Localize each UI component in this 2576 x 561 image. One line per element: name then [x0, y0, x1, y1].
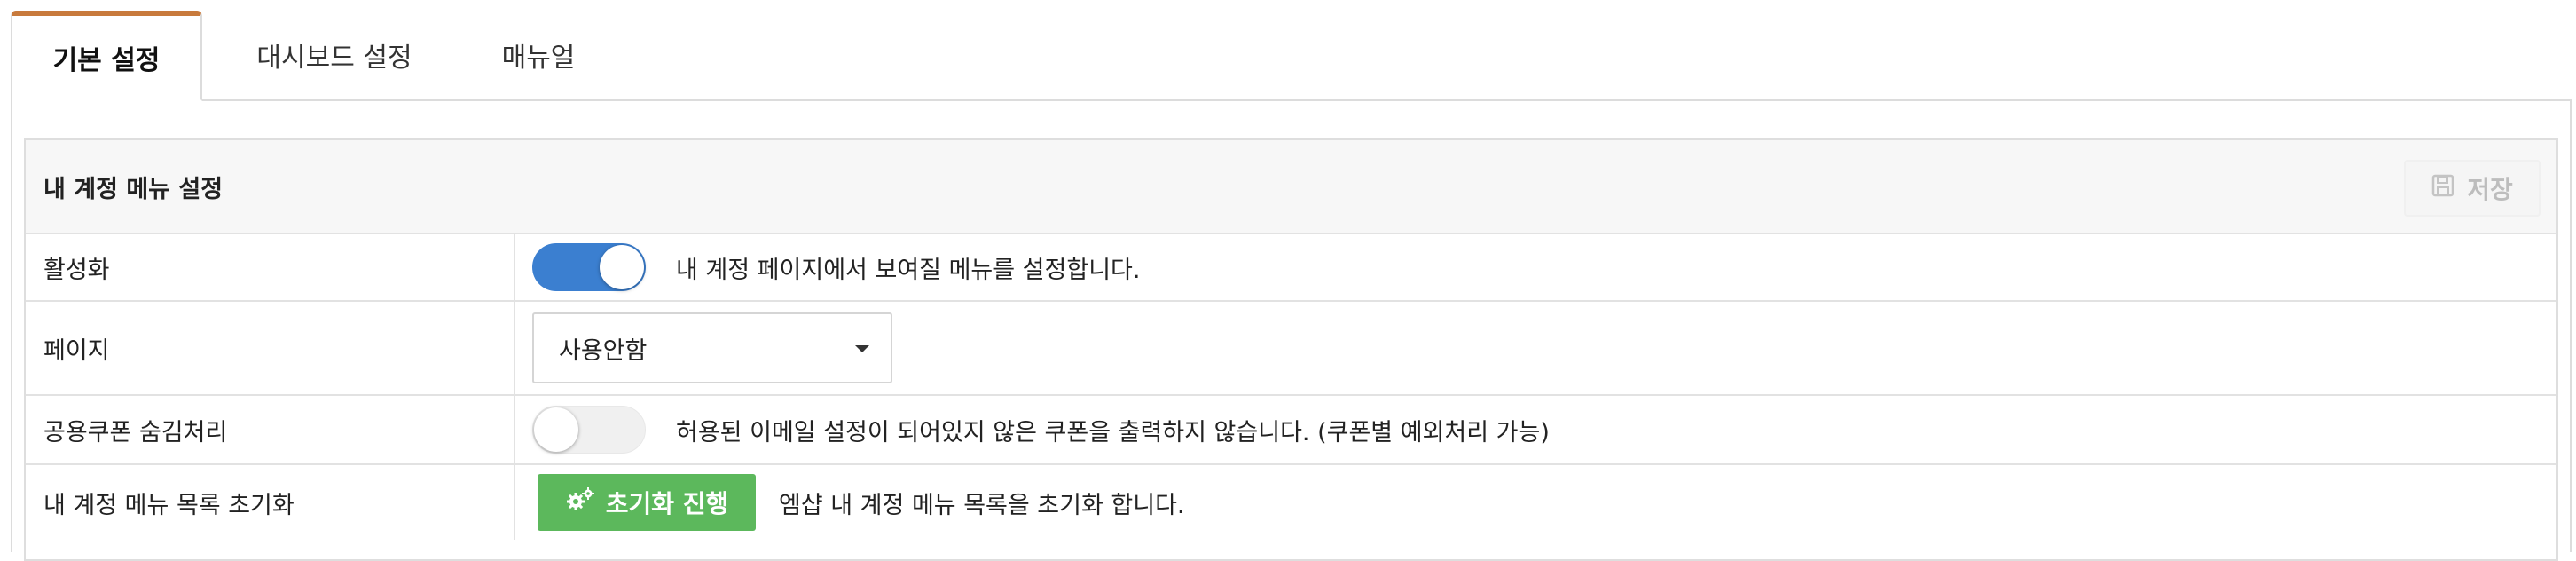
reset-button[interactable]: 초기화 진행 [538, 474, 756, 531]
row-coupon-hide: 공용쿠폰 숨김처리 허용된 이메일 설정이 되어있지 않은 쿠폰을 출력하지 않… [26, 396, 2556, 465]
toggle-knob [600, 245, 644, 289]
tab-basic-settings[interactable]: 기본 설정 [11, 11, 202, 101]
page-select-value: 사용안함 [559, 336, 648, 365]
coupon-hide-description: 허용된 이메일 설정이 되어있지 않은 쿠폰을 출력하지 않습니다. (쿠폰별 … [676, 418, 1550, 446]
reset-button-label: 초기화 진행 [605, 489, 729, 518]
section-header: 내 계정 메뉴 설정 저장 [26, 140, 2556, 234]
settings-section: 내 계정 메뉴 설정 저장 활성화 내 계정 페이지에서 보여질 메뉴를 설정합… [24, 138, 2558, 561]
tab-dashboard-settings[interactable]: 대시보드 설정 [232, 11, 436, 99]
floppy-disk-icon [2431, 174, 2454, 203]
row-page: 페이지 사용안함 [26, 302, 2556, 396]
page-select[interactable]: 사용안함 [532, 312, 892, 383]
row-label: 활성화 [43, 256, 110, 284]
coupon-hide-toggle[interactable] [532, 406, 646, 454]
row-label: 공용쿠폰 숨김처리 [43, 418, 228, 446]
row-label: 내 계정 메뉴 목록 초기화 [43, 491, 295, 519]
row-activation: 활성화 내 계정 페이지에서 보여질 메뉴를 설정합니다. [26, 234, 2556, 302]
section-title: 내 계정 메뉴 설정 [43, 175, 224, 203]
caret-down-icon [855, 345, 869, 352]
activation-description: 내 계정 페이지에서 보여질 메뉴를 설정합니다. [676, 256, 1141, 284]
tab-manual[interactable]: 매뉴얼 [472, 11, 605, 99]
row-menu-reset: 내 계정 메뉴 목록 초기화 초기화 진행 엠샵 내 계정 메뉴 목록을 초기화… [26, 465, 2556, 540]
save-button-label: 저장 [2467, 175, 2513, 204]
tab-bar: 기본 설정 대시보드 설정 매뉴얼 [11, 11, 2572, 101]
tab-panel: 내 계정 메뉴 설정 저장 활성화 내 계정 페이지에서 보여질 메뉴를 설정합… [11, 99, 2572, 561]
toggle-knob [534, 407, 578, 452]
row-label: 페이지 [43, 336, 110, 365]
activation-toggle[interactable] [532, 243, 646, 291]
gears-icon [565, 486, 595, 519]
save-button[interactable]: 저장 [2404, 160, 2541, 217]
reset-description: 엠샵 내 계정 메뉴 목록을 초기화 합니다. [779, 491, 1185, 519]
